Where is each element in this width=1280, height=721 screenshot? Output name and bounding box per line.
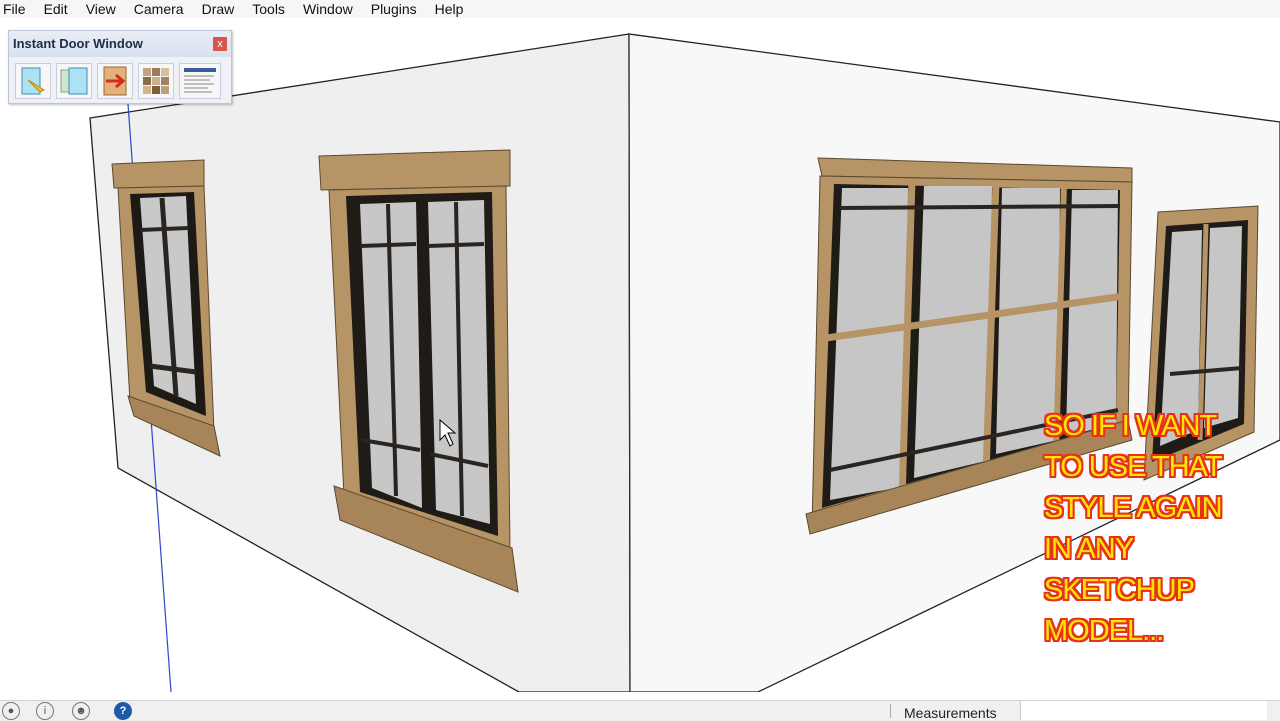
menu-edit[interactable]: Edit [35,0,77,18]
menu-plugins[interactable]: Plugins [362,0,426,18]
menu-help[interactable]: Help [426,0,473,18]
instant-door-window-toolbar: Instant Door Window x [8,30,232,104]
caption-line: SKETCHUP [1044,574,1195,606]
menu-file[interactable]: File [0,0,35,18]
toolbar-buttons [9,57,231,105]
copy-window-icon[interactable] [56,63,92,99]
menu-draw[interactable]: Draw [193,0,244,18]
status-divider [890,704,891,718]
caption-line: STYLE AGAIN [1044,492,1223,524]
menu-window[interactable]: Window [294,0,362,18]
close-icon[interactable]: x [213,37,227,51]
caption-line: TO USE THAT [1044,451,1223,483]
move-door-icon[interactable] [97,63,133,99]
caption-line: SO IF I WANT [1044,410,1217,442]
door-window-place-icon[interactable] [15,63,51,99]
menu-bar: File Edit View Camera Draw Tools Window … [0,0,1280,18]
help-icon[interactable]: ? [114,702,132,720]
settings-list-icon[interactable] [179,63,221,99]
caption-line: IN ANY [1044,533,1134,565]
credits-icon[interactable]: i [36,702,54,720]
material-grid-icon[interactable] [138,63,174,99]
menu-camera[interactable]: Camera [125,0,193,18]
geo-location-icon[interactable]: ● [2,702,20,720]
caption-line: MODEL... [1044,615,1164,647]
menu-tools[interactable]: Tools [243,0,294,18]
measurements-field[interactable] [1020,701,1267,720]
status-bar: ● i ☻ ? Measurements [0,700,1280,721]
measurements-label: Measurements [904,705,997,721]
menu-view[interactable]: View [77,0,125,18]
caption-overlay: SO IF I WANT TO USE THAT STYLE AGAIN IN … [1044,406,1274,652]
toolbar-title: Instant Door Window [9,31,231,57]
user-account-icon[interactable]: ☻ [72,702,90,720]
